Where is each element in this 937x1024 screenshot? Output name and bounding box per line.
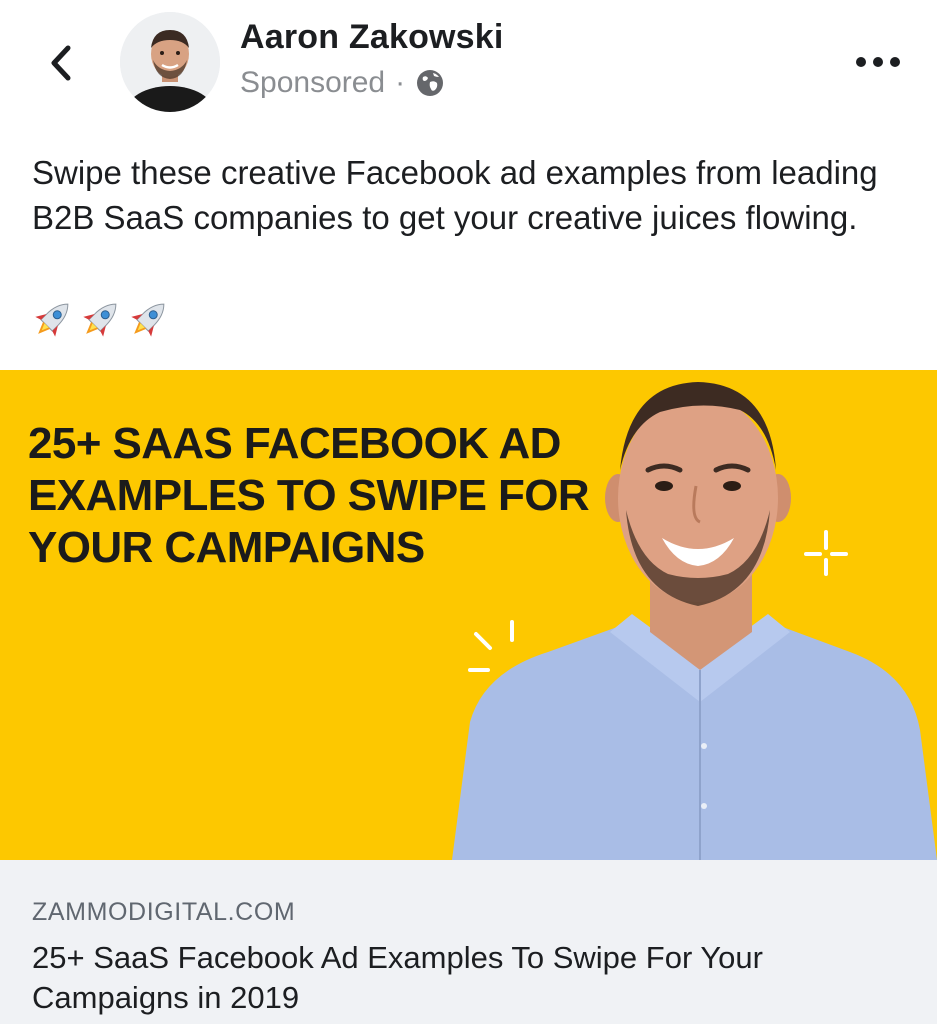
link-preview-card[interactable]: ZAMMODIGITAL.COM 25+ SaaS Facebook Ad Ex… bbox=[0, 860, 937, 1024]
post-meta: Sponsored · bbox=[240, 64, 445, 102]
rocket-emoji-icon bbox=[131, 303, 165, 337]
ad-creative-image[interactable]: 25+ SAAS FACEBOOK AD EXAMPLES TO SWIPE F… bbox=[0, 370, 937, 860]
sparkle-decoration bbox=[804, 530, 848, 576]
link-title: 25+ SaaS Facebook Ad Examples To Swipe F… bbox=[32, 940, 763, 1015]
emoji-row bbox=[30, 296, 172, 342]
meta-separator: · bbox=[395, 66, 406, 99]
presenter-photo bbox=[452, 382, 937, 860]
chevron-left-icon bbox=[51, 45, 71, 81]
globe-icon[interactable] bbox=[415, 68, 445, 98]
more-options-button[interactable] bbox=[852, 44, 904, 80]
author-name[interactable]: Aaron Zakowski bbox=[240, 18, 504, 57]
post-header: Aaron Zakowski Sponsored · bbox=[0, 0, 937, 130]
link-domain: ZAMMODIGITAL.COM bbox=[32, 898, 296, 926]
avatar-portrait bbox=[120, 12, 220, 112]
rocket-emoji-icon bbox=[35, 303, 69, 337]
facebook-sponsored-post: Aaron Zakowski Sponsored · Swipe these c… bbox=[0, 0, 937, 1024]
sponsored-label: Sponsored bbox=[240, 66, 386, 99]
post-text: Swipe these creative Facebook ad example… bbox=[32, 154, 878, 236]
more-options-icon bbox=[856, 57, 900, 67]
author-avatar[interactable] bbox=[120, 12, 220, 112]
sparkle-decoration bbox=[468, 620, 514, 672]
back-button[interactable] bbox=[36, 38, 86, 88]
rocket-emoji-icon bbox=[83, 303, 117, 337]
